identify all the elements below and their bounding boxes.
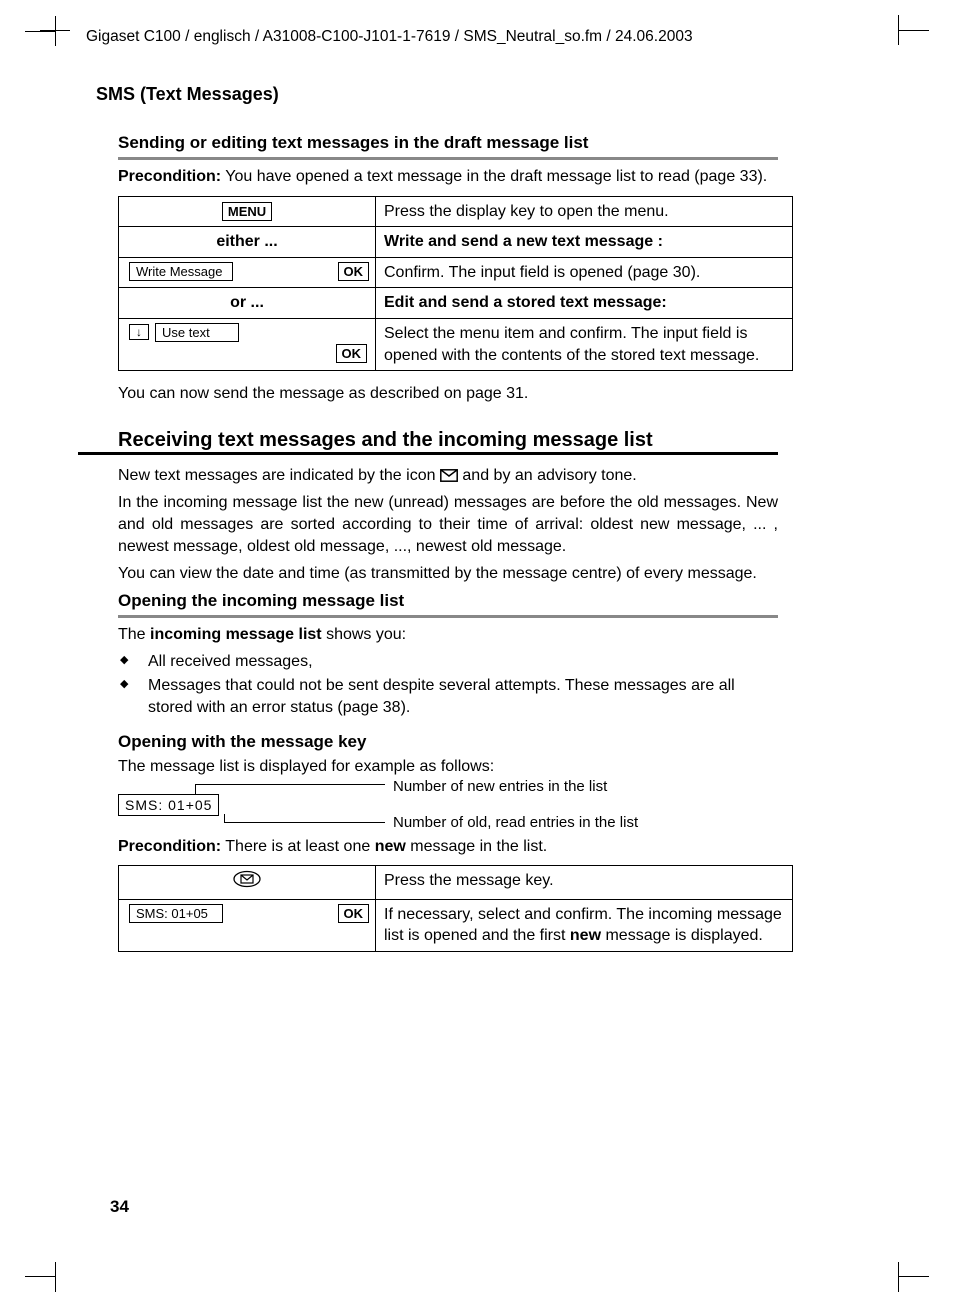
either-desc: Write and send a new text message :: [376, 227, 793, 258]
msgkey-desc: Press the message key.: [376, 866, 793, 900]
header-path: Gigaset C100 / englisch / A31008-C100-J1…: [86, 28, 876, 46]
example-intro: The message list is displayed for exampl…: [118, 756, 778, 778]
sms-desc: If necessary, select and confirm. The in…: [376, 899, 793, 951]
heading-receiving: Receiving text messages and the incoming…: [118, 429, 876, 455]
ok-key-2: OK: [336, 344, 368, 363]
precondition-1-label: Precondition:: [118, 168, 221, 185]
bullet-list: All received messages, Messages that cou…: [118, 651, 758, 718]
precondition-1-text: You have opened a text message in the dr…: [221, 168, 767, 185]
procedure-table-1: MENU Press the display key to open the m…: [118, 196, 793, 372]
heading-message-key: Opening with the message key: [118, 732, 876, 752]
heading-sending-editing: Sending or editing text messages in the …: [118, 133, 778, 160]
label-new-entries: Number of new entries in the list: [393, 778, 607, 795]
sms-count-item: SMS: 01+05: [129, 904, 223, 923]
bullet-2: Messages that could not be sent despite …: [118, 675, 758, 718]
either-label: either ...: [119, 227, 376, 258]
view-date-time: You can view the date and time (as trans…: [118, 563, 778, 585]
message-key-icon: [232, 875, 262, 892]
envelope-icon: [440, 467, 458, 484]
or-label: or ...: [119, 288, 376, 319]
heading-opening-list: Opening the incoming message list: [118, 591, 778, 618]
sms-count-diagram: SMS: 01+05 Number of new entries in the …: [118, 784, 778, 828]
procedure-table-2: Press the message key. SMS: 01+05 OK If …: [118, 865, 793, 952]
use-text-item: Use text: [155, 323, 239, 342]
or-desc: Edit and send a stored text message:: [376, 288, 793, 319]
sms-count-box: SMS: 01+05: [118, 794, 219, 816]
after-table-1: You can now send the message as describe…: [118, 383, 778, 405]
menu-desc: Press the display key to open the menu.: [376, 196, 793, 227]
use-desc: Select the menu item and confirm. The in…: [376, 318, 793, 370]
page-number: 34: [110, 1197, 129, 1217]
list-intro: The incoming message list shows you:: [118, 624, 778, 646]
section-header: SMS (Text Messages): [96, 84, 876, 105]
precondition-1: Precondition: You have opened a text mes…: [118, 166, 778, 188]
new-msg-indicator: New text messages are indicated by the i…: [118, 465, 778, 487]
write-message-item: Write Message: [129, 262, 233, 281]
incoming-order: In the incoming message list the new (un…: [118, 492, 778, 557]
label-old-entries: Number of old, read entries in the list: [393, 814, 638, 831]
bullet-1: All received messages,: [118, 651, 758, 673]
ok-key-1: OK: [338, 262, 370, 281]
down-arrow-key: ↓: [129, 324, 149, 340]
ok-key-3: OK: [338, 904, 370, 923]
menu-key: MENU: [222, 202, 272, 221]
precondition-2: Precondition: There is at least one new …: [118, 836, 778, 858]
write-desc: Confirm. The input field is opened (page…: [376, 257, 793, 288]
